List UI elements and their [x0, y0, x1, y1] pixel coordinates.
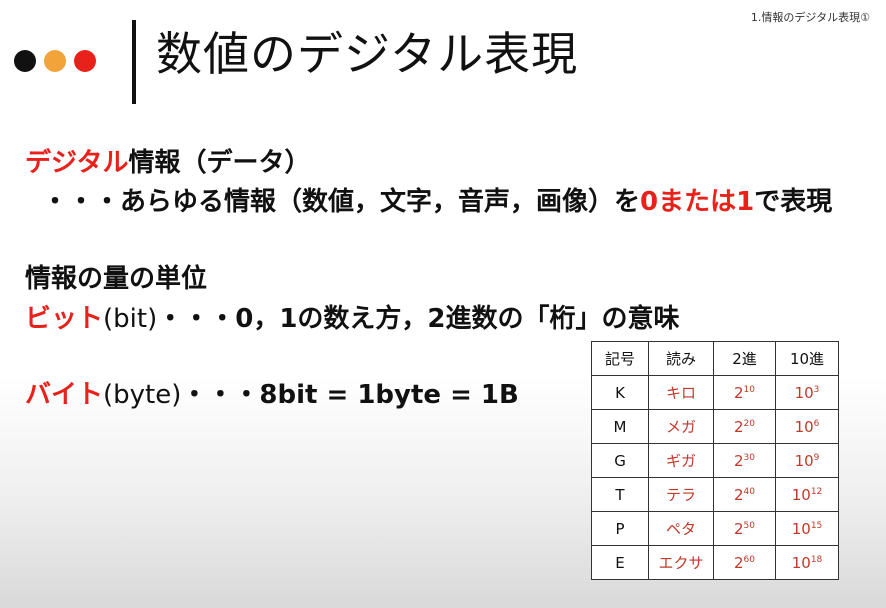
- table-row: K キロ 210 103: [591, 375, 839, 410]
- bit-explanation: ・・・0，1の数え方，2進数の「桁」の意味: [157, 304, 680, 334]
- binary-value: 210: [713, 375, 776, 410]
- unit-symbol: G: [591, 443, 649, 478]
- binary-value: 240: [713, 477, 776, 512]
- decimal-value: 1018: [775, 545, 839, 580]
- binary-base: 2: [734, 383, 744, 402]
- digital-info-rest: 情報（データ）: [128, 148, 311, 178]
- decimal-base: 10: [794, 383, 814, 402]
- bit-term: ビット: [25, 304, 104, 334]
- decimal-base: 10: [791, 553, 811, 572]
- decimal-exponent: 18: [810, 554, 823, 565]
- table-row: G ギガ 230 109: [591, 443, 839, 478]
- bit-definition: ビット(bit)・・・0，1の数え方，2進数の「桁」の意味: [25, 298, 680, 335]
- decimal-value: 106: [775, 409, 839, 444]
- red-dot-icon: [74, 50, 96, 72]
- byte-definition: バイト(byte)・・・8bit = 1byte = 1B: [25, 374, 519, 411]
- unit-symbol: K: [591, 375, 649, 410]
- decimal-exponent: 3: [813, 384, 820, 395]
- binary-value: 260: [713, 545, 776, 580]
- decimal-exponent: 6: [813, 418, 820, 429]
- slide-section-label: 1.情報のデジタル表現①: [750, 11, 870, 24]
- binary-exponent: 50: [743, 520, 755, 531]
- binary-base: 2: [734, 519, 744, 538]
- binary-base: 2: [734, 417, 744, 436]
- decimal-value: 109: [775, 443, 839, 478]
- header-binary: 2進: [713, 341, 776, 376]
- decimal-exponent: 12: [810, 486, 823, 497]
- unit-reading: ペタ: [648, 511, 714, 546]
- binary-base: 2: [734, 485, 744, 504]
- unit-symbol: M: [591, 409, 649, 444]
- byte-label: (byte): [103, 380, 182, 410]
- digital-info-description: ・・・あらゆる情報（数値，文字，音声，画像）を0または1で表現: [42, 181, 832, 218]
- decorative-dots: [14, 50, 96, 72]
- description-prefix: ・・・あらゆる情報（数値，文字，音声，画像）を: [42, 187, 641, 217]
- binary-exponent: 30: [743, 452, 755, 463]
- table-row: T テラ 240 1012: [591, 477, 839, 512]
- black-dot-icon: [14, 50, 36, 72]
- decimal-base: 10: [791, 519, 811, 538]
- binary-value: 220: [713, 409, 776, 444]
- decimal-base: 10: [794, 417, 814, 436]
- description-suffix: で表現: [754, 187, 833, 217]
- slide-title: 数値のデジタル表現: [156, 27, 579, 81]
- zero-or-one-term: 0または1: [640, 187, 755, 217]
- binary-exponent: 20: [743, 418, 755, 429]
- table-row: P ペタ 250 1015: [591, 511, 839, 546]
- decimal-base: 10: [794, 451, 814, 470]
- unit-reading: テラ: [648, 477, 714, 512]
- header-decimal: 10進: [775, 341, 839, 376]
- digital-term: デジタル: [25, 148, 129, 178]
- table-row: E エクサ 260 1018: [591, 545, 839, 580]
- header-reading: 読み: [648, 341, 714, 376]
- unit-symbol: T: [591, 477, 649, 512]
- decimal-base: 10: [791, 485, 811, 504]
- binary-value: 230: [713, 443, 776, 478]
- unit-reading: キロ: [648, 375, 714, 410]
- header-symbol: 記号: [591, 341, 649, 376]
- unit-reading: ギガ: [648, 443, 714, 478]
- digital-info-heading: デジタル情報（データ）: [25, 142, 311, 179]
- decimal-value: 103: [775, 375, 839, 410]
- decimal-exponent: 15: [810, 520, 823, 531]
- binary-exponent: 40: [743, 486, 755, 497]
- decimal-value: 1015: [775, 511, 839, 546]
- unit-prefix-table: 記号 読み 2進 10進 K キロ 210 103 M メガ 220 106 G ギガ 230 109…: [591, 341, 839, 580]
- orange-dot-icon: [44, 50, 66, 72]
- binary-base: 2: [734, 451, 744, 470]
- binary-base: 2: [734, 553, 744, 572]
- byte-term: バイト: [25, 380, 104, 410]
- unit-reading: エクサ: [648, 545, 714, 580]
- table-header-row: 記号 読み 2進 10進: [591, 341, 839, 376]
- table-row: M メガ 220 106: [591, 409, 839, 444]
- unit-symbol: P: [591, 511, 649, 546]
- title-divider: [132, 20, 136, 104]
- table-body: K キロ 210 103 M メガ 220 106 G ギガ 230 109 T テラ 240 1012 P ペタ…: [591, 375, 839, 580]
- decimal-value: 1012: [775, 477, 839, 512]
- binary-exponent: 60: [743, 554, 755, 565]
- unit-symbol: E: [591, 545, 649, 580]
- binary-value: 250: [713, 511, 776, 546]
- units-heading: 情報の量の単位: [25, 264, 208, 294]
- decimal-exponent: 9: [813, 452, 820, 463]
- binary-exponent: 10: [743, 384, 755, 395]
- byte-explanation: ・・・8bit = 1byte = 1B: [181, 380, 519, 410]
- unit-reading: メガ: [648, 409, 714, 444]
- bit-label: (bit): [103, 304, 158, 334]
